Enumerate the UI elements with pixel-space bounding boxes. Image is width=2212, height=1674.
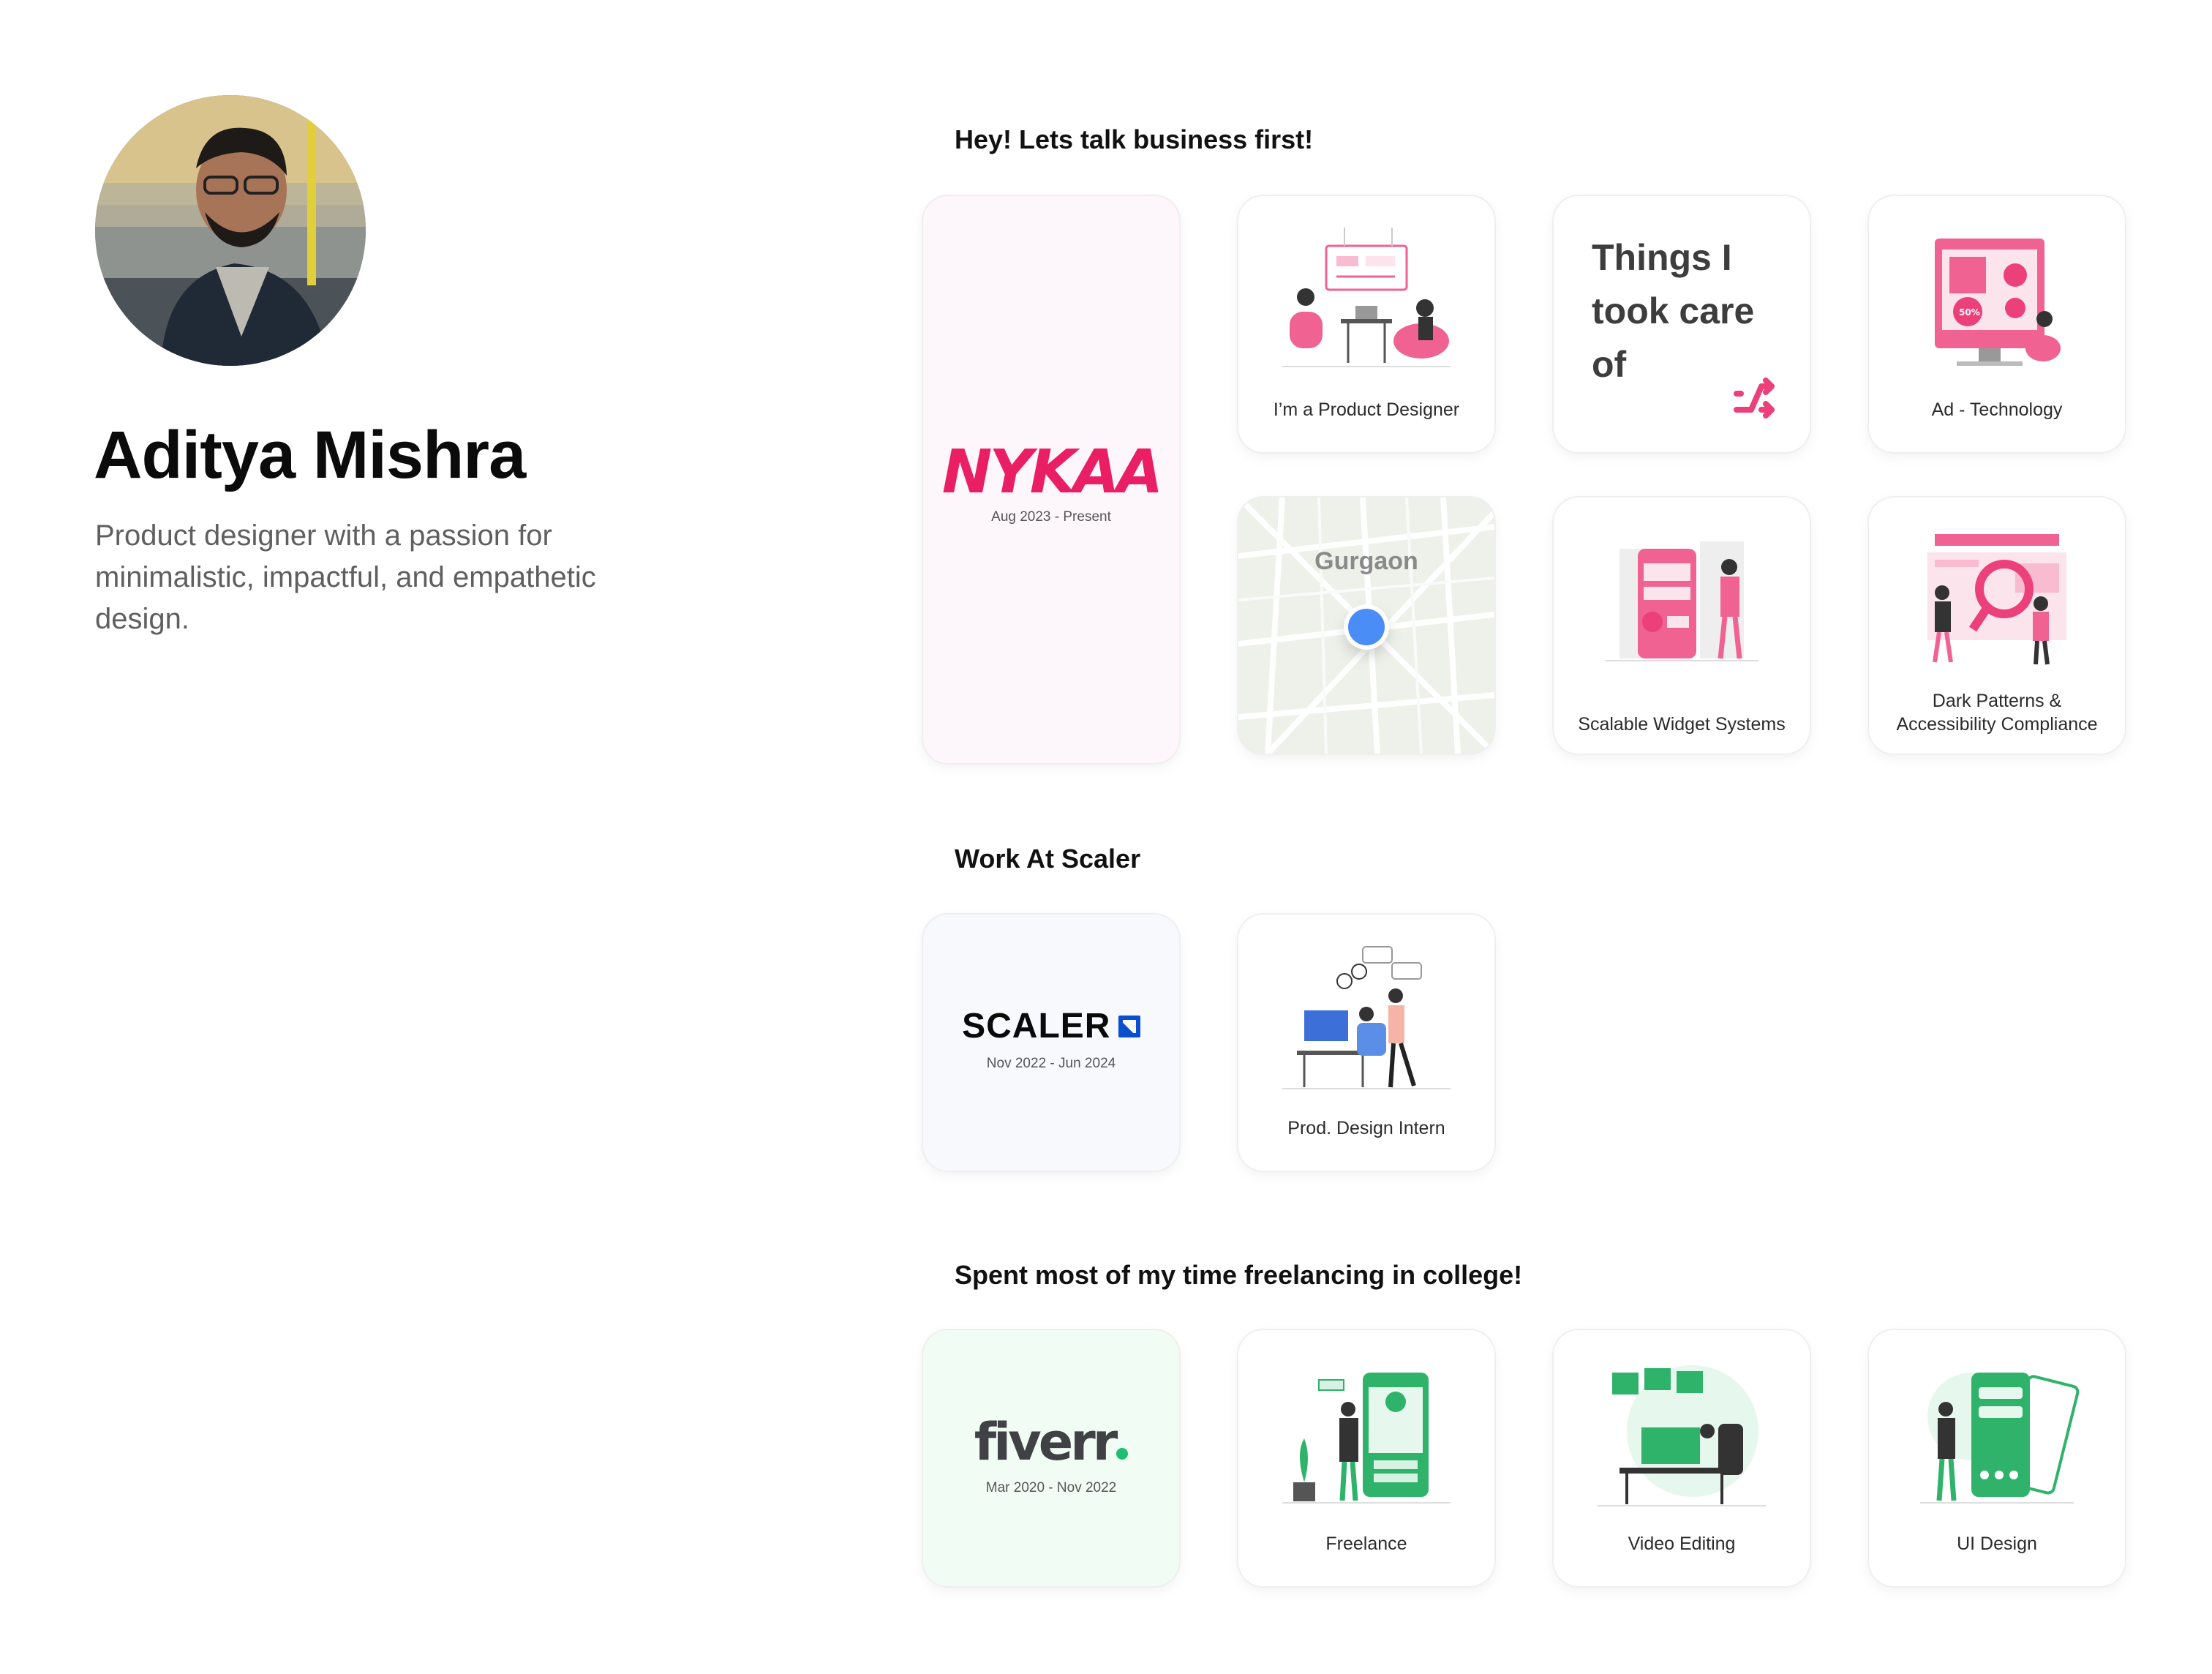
nykaa-card[interactable]: NYKAA Aug 2023 - Present <box>923 196 1179 763</box>
product-designer-card[interactable]: I’m a Product Designer <box>1238 196 1494 452</box>
freelance-illustration <box>1275 1358 1458 1519</box>
ui-design-illustration <box>1906 1358 2088 1519</box>
shuffle-arrows-icon <box>1729 373 1778 421</box>
ad-technology-label: Ad - Technology <box>1931 399 2063 420</box>
nykaa-date: Aug 2023 - Present <box>991 509 1111 525</box>
svg-text:50%: 50% <box>1959 307 1980 318</box>
map-city-label: Gurgaon <box>1314 547 1418 575</box>
product-designer-label: I’m a Product Designer <box>1273 399 1460 420</box>
ui-design-card[interactable]: UI Design <box>1869 1330 2125 1586</box>
scaler-mark-icon <box>1118 1016 1140 1037</box>
dark-patterns-card[interactable]: Dark Patterns & Accessibility Compliance <box>1869 498 2125 754</box>
location-dot-icon <box>1348 609 1385 645</box>
profile-avatar <box>95 95 366 366</box>
widget-systems-card[interactable]: Scalable Widget Systems <box>1554 498 1810 754</box>
things-text: Things I took care of <box>1592 237 1755 385</box>
section-title-freelance: Spent most of my time freelancing in col… <box>955 1260 1523 1290</box>
dark-patterns-label: Dark Patterns & Accessibility Compliance <box>1896 691 2098 735</box>
fiverr-card[interactable]: fiverr Mar 2020 - Nov 2022 <box>923 1330 1179 1586</box>
ad-technology-illustration: 50% <box>1906 224 2088 385</box>
fiverr-dot-icon <box>1116 1448 1129 1460</box>
video-editing-label: Video Editing <box>1628 1534 1736 1554</box>
fiverr-date: Mar 2020 - Nov 2022 <box>985 1480 1117 1495</box>
scaler-logo: SCALER <box>923 1006 1179 1046</box>
dark-patterns-illustration <box>1906 519 2088 680</box>
section-title-business: Hey! Lets talk business first! <box>955 124 1314 154</box>
ad-technology-card[interactable]: 50% Ad - Technology <box>1869 196 2125 452</box>
freelance-label: Freelance <box>1325 1534 1407 1554</box>
fiverr-logo: fiverr <box>923 1412 1179 1472</box>
profile-name: Aditya Mishra <box>94 418 526 492</box>
section-title-scaler: Work At Scaler <box>955 844 1141 874</box>
profile-tagline: Product designer with a passion for mini… <box>95 519 596 635</box>
location-map-card[interactable]: Gurgaon <box>1238 498 1494 754</box>
design-intern-illustration <box>1275 941 1458 1102</box>
prod-design-intern-label: Prod. Design Intern <box>1287 1118 1445 1138</box>
freelance-card[interactable]: Freelance <box>1238 1330 1494 1586</box>
prod-design-intern-card[interactable]: Prod. Design Intern <box>1238 915 1494 1171</box>
widget-systems-label: Scalable Widget Systems <box>1578 714 1786 735</box>
ui-design-label: UI Design <box>1957 1534 2037 1554</box>
widget-systems-illustration <box>1590 519 1773 680</box>
things-card[interactable]: Things I took care of <box>1554 196 1810 452</box>
scaler-card[interactable]: SCALER Nov 2022 - Jun 2024 <box>923 915 1179 1171</box>
product-designer-illustration <box>1275 224 1458 385</box>
video-editing-card[interactable]: Video Editing <box>1554 1330 1810 1586</box>
scaler-date: Nov 2022 - Jun 2024 <box>986 1056 1116 1071</box>
avatar-photo-illustration <box>95 95 366 366</box>
nykaa-logo: NYKAA <box>941 438 1163 507</box>
video-editing-illustration <box>1590 1358 1773 1519</box>
